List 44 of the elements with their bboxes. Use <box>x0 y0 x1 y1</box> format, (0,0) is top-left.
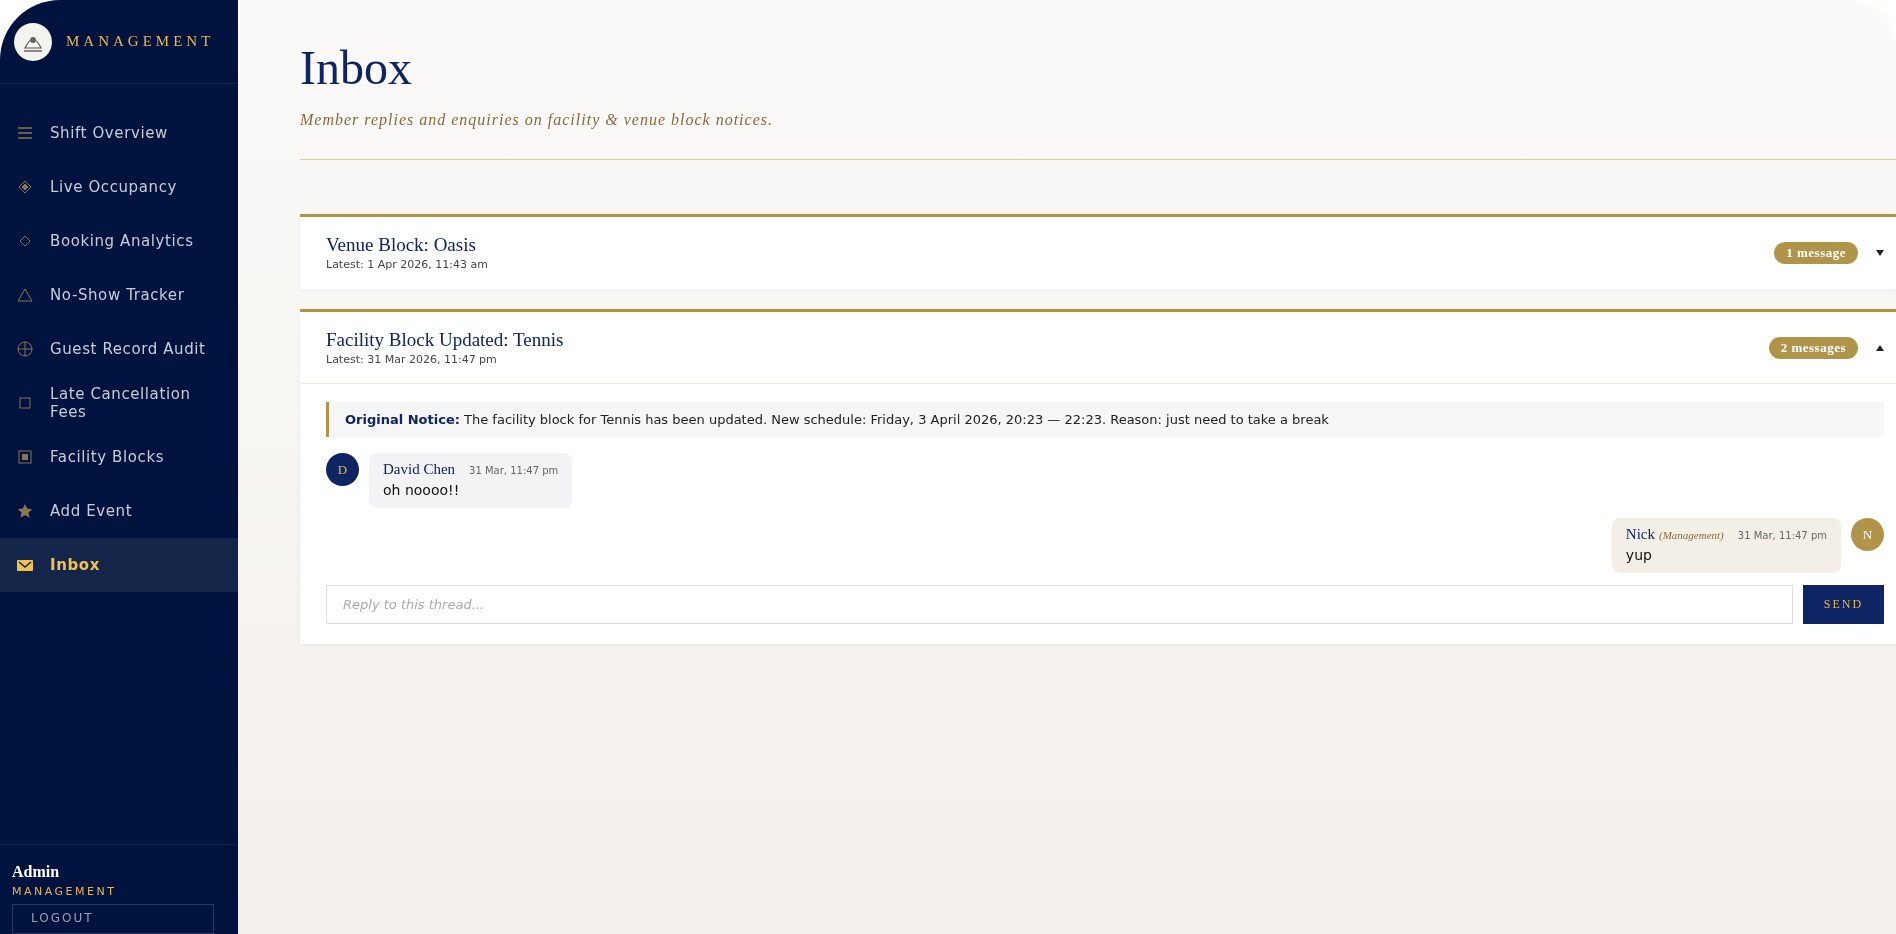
page-title: Inbox <box>300 40 413 95</box>
avatar: N <box>1851 518 1884 551</box>
author-role: (Management) <box>1659 529 1724 541</box>
thread-title: Facility Block Updated: Tennis <box>326 329 565 351</box>
logout-button[interactable]: LOGOUT <box>12 904 214 934</box>
sidebar-nav-item[interactable]: Guest Record Audit <box>0 322 238 376</box>
thread-latest-time: Latest: 31 Mar 2026, 11:47 pm <box>326 353 498 366</box>
message-time: 31 Mar, 11:47 pm <box>469 465 559 476</box>
message-count-badge: 2 messages <box>1768 336 1858 359</box>
lines-icon <box>16 124 34 142</box>
crest-logo-icon <box>14 22 52 61</box>
send-button[interactable]: SEND <box>1803 585 1884 624</box>
message-count-badge: 1 message <box>1774 241 1858 264</box>
brand-title: MANAGEMENT <box>66 33 215 50</box>
sidebar-nav-item[interactable]: Shift Overview <box>0 106 238 160</box>
sidebar-nav-item[interactable]: Booking Analytics <box>0 214 238 268</box>
sidebar-nav-item[interactable]: Facility Blocks <box>0 430 238 484</box>
caret-up-icon <box>1876 344 1884 351</box>
thread-title: Venue Block: Oasis <box>326 234 477 256</box>
star-icon <box>16 502 34 520</box>
triangle-icon <box>16 286 34 304</box>
thread-header[interactable]: Venue Block: Oasis Latest: 1 Apr 2026, 11:43 am 1 message <box>300 217 1896 289</box>
page-subtitle: Member replies and enquiries on facility & venue block notices. <box>300 111 774 129</box>
thread-latest-time: Latest: 1 Apr 2026, 11:43 am <box>326 258 489 271</box>
message-text: yup <box>1625 547 1653 563</box>
sidebar-nav-item[interactable]: Live Occupancy <box>0 160 238 214</box>
original-notice: Original Notice: The facility block for Tennis has been updated. New schedule: Friday, 3 April 2026, 20:23 — 22:23. Reason: just need to take a break <box>326 402 1884 437</box>
reply-input-field[interactable]: Reply to this thread... <box>326 585 1793 624</box>
message-author: David Chen <box>383 461 456 478</box>
user-role: MANAGEMENT <box>12 885 118 898</box>
user-name: Admin <box>12 863 61 881</box>
square-icon <box>16 394 34 412</box>
crosshair-circle-icon <box>16 340 34 358</box>
sidebar-nav-item[interactable]: No-Show Tracker <box>0 268 238 322</box>
thread-header[interactable]: Facility Block Updated: Tennis Latest: 31 Mar 2026, 11:47 pm 2 messages <box>300 312 1896 384</box>
caret-down-icon <box>1876 249 1884 256</box>
message-text: oh noooo!! <box>383 482 461 498</box>
message-author: Nick <box>1625 526 1655 543</box>
sidebar-nav-item[interactable]: Add Event <box>0 484 238 538</box>
sidebar-nav-item[interactable]: Late Cancellation Fees <box>0 376 238 430</box>
avatar: D <box>326 453 359 486</box>
message-time: 31 Mar, 11:47 pm <box>1737 530 1827 541</box>
sidebar-nav-item[interactable]: Inbox <box>0 538 238 592</box>
diamond-icon <box>16 178 34 196</box>
